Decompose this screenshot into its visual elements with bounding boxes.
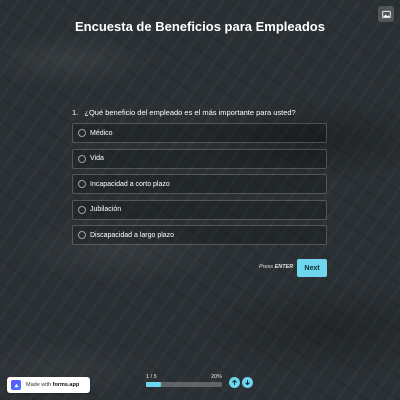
option-incapacidad-corto-plazo[interactable]: Incapacidad a corto plazo: [72, 174, 327, 194]
press-enter-hint: Press ENTER: [259, 264, 293, 270]
option-label: Jubilación: [90, 206, 122, 213]
made-with-forms-app-badge[interactable]: Made with forms.app: [7, 377, 90, 393]
radio-icon: [78, 180, 86, 188]
brand-name: forms.app: [52, 382, 80, 388]
question-navigation: [229, 377, 255, 388]
arrow-up-icon: [232, 379, 237, 386]
option-label: Discapacidad a largo plazo: [90, 231, 175, 239]
image-icon: [381, 10, 391, 18]
next-question-button[interactable]: [242, 377, 253, 388]
option-label: Incapacidad a corto plazo: [90, 180, 170, 188]
option-label: Médico: [90, 129, 113, 137]
previous-question-button[interactable]: [229, 377, 240, 388]
question-label: ¿Qué beneficio del empleado es el más im…: [84, 108, 296, 117]
progress-track: [146, 382, 222, 387]
arrow-down-icon: [245, 379, 250, 386]
progress-percent: 20%: [210, 374, 222, 380]
question-number: 1.: [72, 108, 79, 117]
press-text: Press: [259, 264, 274, 270]
progress-step: 1 / 5: [146, 374, 157, 380]
press-key: ENTER: [274, 264, 294, 270]
radio-icon: [78, 129, 86, 137]
progress-indicator: 1 / 5 20%: [146, 374, 222, 387]
radio-icon: [78, 205, 86, 214]
answer-options: Médico Vida Incapacidad a corto plazo Ju…: [72, 123, 327, 251]
made-with-label: Made with: [26, 382, 52, 388]
option-jubilacion[interactable]: Jubilación: [72, 199, 327, 220]
progress-fill: [146, 382, 162, 387]
survey-title: Encuesta de Beneficios para Empleados: [75, 19, 325, 34]
forms-app-logo-icon: [11, 380, 21, 390]
radio-icon: [78, 154, 86, 163]
option-discapacidad-largo-plazo[interactable]: Discapacidad a largo plazo: [72, 225, 327, 245]
option-vida[interactable]: Vida: [72, 148, 327, 169]
question-text: 1. ¿Qué beneficio del empleado es el más…: [72, 108, 296, 117]
made-with-text: Made with forms.app: [26, 382, 79, 388]
next-button[interactable]: Next: [297, 259, 327, 277]
option-label: Vida: [90, 155, 104, 162]
radio-icon: [78, 231, 86, 239]
option-medico[interactable]: Médico: [72, 123, 327, 143]
